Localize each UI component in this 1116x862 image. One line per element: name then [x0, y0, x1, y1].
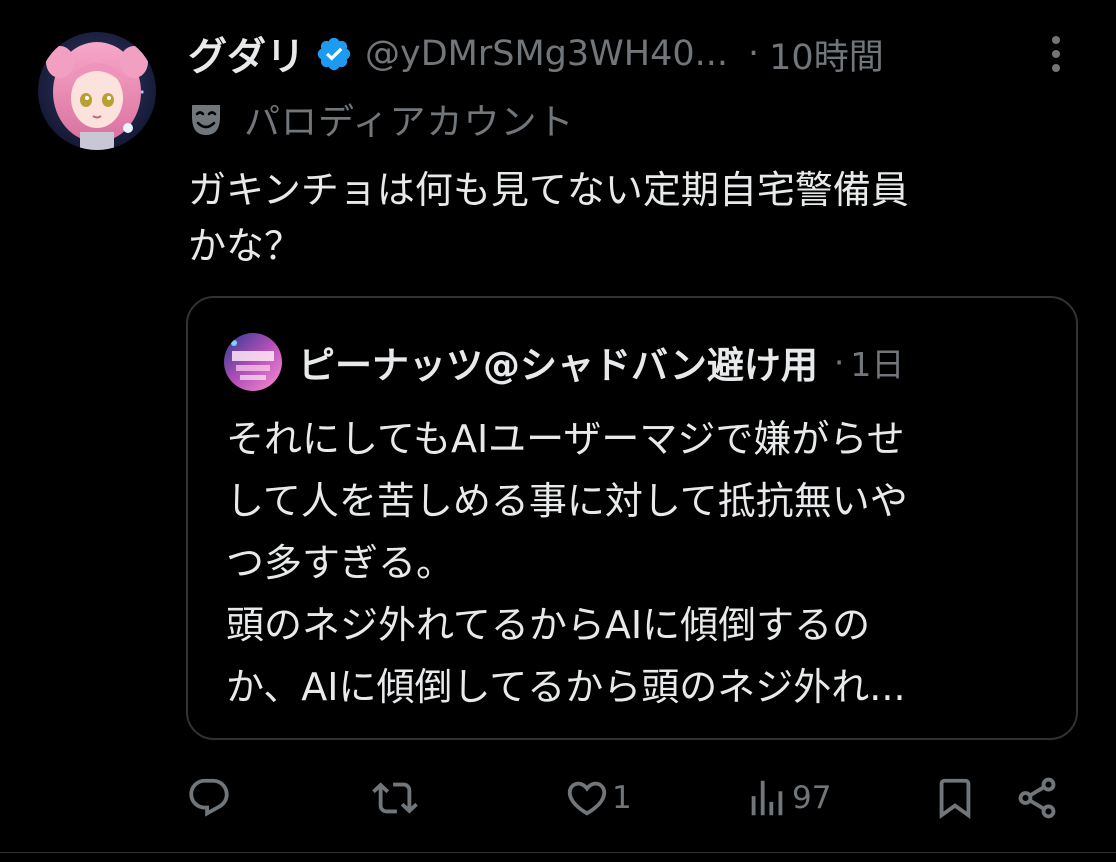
verified-badge-icon[interactable]: [315, 35, 353, 73]
parody-account-label: パロディアカウント: [244, 102, 575, 143]
like-count: 1: [612, 780, 632, 816]
quoted-post-card[interactable]: ピーナッツ@シャドバン避け用 · 1日 それにしてもAIユーザーマジで嫌がらせ …: [186, 296, 1078, 740]
drama-mask-icon: [188, 101, 224, 137]
quote-timestamp[interactable]: 1日: [850, 338, 904, 386]
quote-header: ピーナッツ@シャドバン避け用 · 1日: [224, 332, 904, 392]
views-button[interactable]: 97: [744, 770, 831, 826]
view-count: 97: [792, 780, 832, 816]
views-icon: [751, 780, 783, 816]
bookmark-button[interactable]: [932, 770, 978, 826]
account-label-row: パロディアカウント: [188, 92, 574, 146]
reply-icon: [189, 778, 229, 817]
like-button[interactable]: 1: [564, 770, 632, 826]
post-timestamp[interactable]: 10時間: [769, 29, 884, 80]
bookmark-icon: [939, 778, 971, 819]
share-icon: [1018, 777, 1056, 819]
heart-icon: [567, 781, 607, 816]
post-divider: [0, 852, 1116, 853]
more-options-button[interactable]: [1036, 30, 1076, 78]
header-separator: ·: [748, 34, 760, 74]
quote-separator: ·: [833, 342, 845, 382]
post-text: ガキンチョは何も見てない定期自宅警備員 かな？: [188, 168, 909, 268]
post-header: グダリ @yDMrSMg3WH40... · 10時間: [188, 24, 1068, 84]
quote-author-name[interactable]: ピーナッツ@シャドバン避け用: [298, 335, 818, 389]
reply-button[interactable]: [186, 770, 234, 826]
author-display-name[interactable]: グダリ: [188, 26, 305, 82]
repost-button[interactable]: [372, 770, 420, 826]
author-avatar[interactable]: [38, 32, 156, 150]
author-handle[interactable]: @yDMrSMg3WH40...: [365, 34, 728, 74]
share-button[interactable]: [1014, 770, 1060, 826]
action-bar: 1 97: [186, 770, 1066, 826]
more-vertical-icon: [1052, 36, 1060, 72]
quote-text: それにしてもAIユーザーマジで嫌がらせ して人を苦しめる事に対して抵抗無いや つ…: [226, 417, 908, 709]
quote-author-avatar[interactable]: [224, 333, 282, 391]
repost-icon: [372, 782, 418, 814]
